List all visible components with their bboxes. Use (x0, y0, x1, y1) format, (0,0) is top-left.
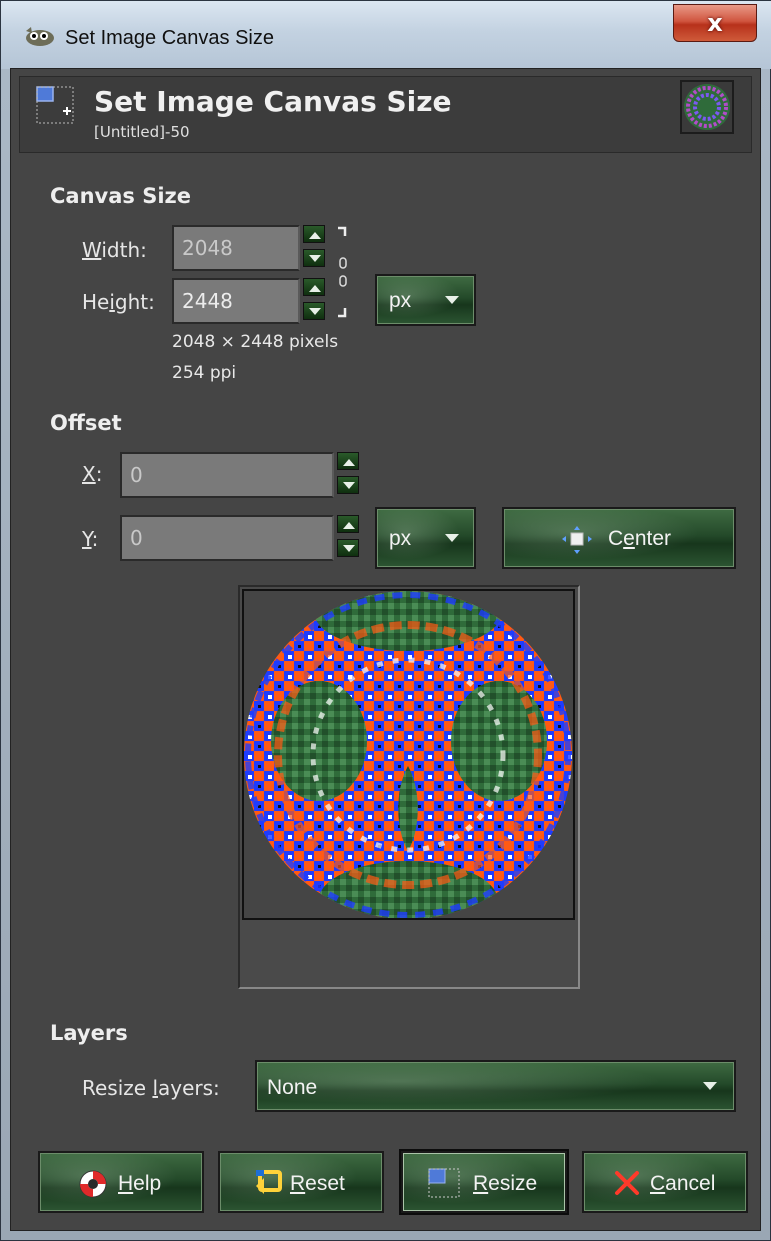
offset-y-input[interactable]: 0 (120, 515, 334, 561)
close-button[interactable]: x (673, 4, 757, 42)
image-thumbnail (680, 80, 734, 134)
chevron-down-icon (445, 296, 459, 304)
height-input[interactable]: 2448 (172, 278, 300, 324)
spin-up-icon (343, 522, 355, 529)
resize-layers-select[interactable]: None (255, 1060, 736, 1112)
height-decrement-button[interactable] (303, 302, 325, 320)
cancel-button[interactable]: Cancel (582, 1151, 748, 1213)
offset-y-decrement-button[interactable] (337, 539, 359, 557)
offset-y-label: Y: (82, 527, 99, 551)
canvas-unit-select[interactable]: px (375, 274, 476, 326)
offset-unit-select[interactable]: px (375, 507, 476, 569)
chain-link-icon[interactable] (334, 226, 352, 318)
header-title: Set Image Canvas Size (94, 85, 452, 118)
chevron-down-icon (445, 534, 459, 542)
height-spinner[interactable] (303, 278, 325, 324)
reset-icon (256, 1170, 282, 1194)
spin-up-icon (309, 232, 321, 239)
height-increment-button[interactable] (303, 278, 325, 296)
cancel-label: Cancel (650, 1172, 716, 1195)
spin-down-icon (309, 308, 321, 315)
resize-label: Resize (473, 1172, 538, 1195)
center-icon (562, 526, 592, 554)
height-label: Height: (82, 290, 155, 314)
dialog-header: Set Image Canvas Size [Untitled]-50 (19, 76, 752, 153)
lifebuoy-icon (79, 1170, 107, 1198)
offset-y-increment-button[interactable] (337, 515, 359, 533)
offset-unit-value: px (389, 527, 412, 550)
width-input[interactable]: 2048 (172, 225, 300, 271)
offset-preview-image[interactable] (242, 589, 575, 920)
offset-x-input[interactable]: 0 (120, 452, 334, 498)
offset-y-spinner[interactable] (337, 515, 359, 561)
layers-heading: Layers (50, 1021, 128, 1045)
help-button[interactable]: Help (38, 1151, 204, 1213)
spin-down-icon (343, 482, 355, 489)
pixel-dimensions: 2048 × 2448 pixels (172, 332, 339, 352)
width-label: Width: (82, 238, 147, 262)
image-preview-graphic (244, 591, 572, 918)
spin-down-icon (343, 545, 355, 552)
chevron-down-icon (703, 1082, 717, 1090)
canvas-unit-value: px (389, 289, 412, 312)
offset-heading: Offset (50, 411, 122, 435)
reset-label: Reset (290, 1172, 345, 1195)
reset-button[interactable]: Reset (218, 1151, 384, 1213)
canvas-size-heading: Canvas Size (50, 184, 191, 208)
spin-up-icon (343, 459, 355, 466)
center-button[interactable]: Center (502, 507, 736, 569)
width-increment-button[interactable] (303, 225, 325, 243)
close-icon: x (707, 9, 723, 37)
canvas-resize-icon (428, 1168, 460, 1198)
spin-up-icon (309, 285, 321, 292)
offset-x-label: X: (82, 462, 103, 486)
title-bar[interactable]: Set Image Canvas Size x (1, 1, 771, 69)
resize-layers-value: None (267, 1076, 318, 1099)
width-decrement-button[interactable] (303, 249, 325, 267)
offset-x-spinner[interactable] (337, 452, 359, 498)
offset-x-increment-button[interactable] (337, 452, 359, 470)
resize-button[interactable]: Resize (401, 1151, 567, 1213)
image-name: [Untitled]-50 (94, 123, 190, 141)
resize-layers-label: Resize layers: (82, 1076, 220, 1100)
cancel-x-icon (615, 1171, 639, 1195)
spin-down-icon (309, 255, 321, 262)
window-title: Set Image Canvas Size (65, 27, 274, 49)
resolution-text: 254 ppi (172, 363, 237, 383)
center-label: Center (608, 527, 672, 550)
offset-x-decrement-button[interactable] (337, 476, 359, 494)
help-label: Help (118, 1172, 162, 1195)
canvas-size-icon (36, 86, 74, 124)
gimp-wilber-icon (26, 27, 54, 46)
width-spinner[interactable] (303, 225, 325, 271)
